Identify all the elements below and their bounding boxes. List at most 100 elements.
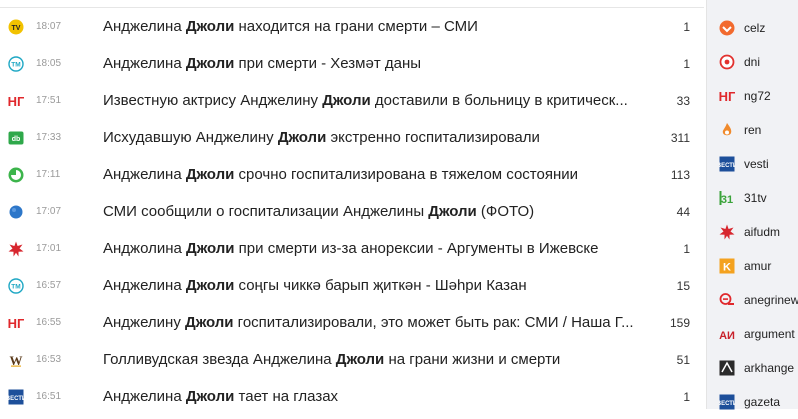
news-title-text: Анджолина [103,240,187,257]
news-title-text: Анджелина [103,55,186,72]
svg-text:ВЕСТИ: ВЕСТИ [719,401,735,407]
news-title-highlight: Джоли [186,240,235,257]
news-title-link[interactable]: Анджелина Джоли при смерти - Хезмәт даны [103,55,651,72]
source-name: arkhange [744,361,795,375]
news-count: 51 [676,352,690,367]
svg-text:TV: TV [12,25,21,32]
news-count: 311 [670,130,690,145]
news-title-text: при смерти - Хезмәт даны [234,55,422,72]
news-time: 17:11 [36,169,61,180]
source-item[interactable]: celz [719,11,798,45]
news-count: 15 [676,278,690,293]
news-count: 33 [676,93,690,108]
source-name: gazeta [744,395,781,409]
news-time: 17:07 [36,206,62,217]
news-title-link[interactable]: Анджелину Джоли госпитализировали, это м… [103,314,651,331]
source-item[interactable]: 31 31tv [719,181,798,215]
source-item[interactable]: Kamur [719,249,798,283]
news-row[interactable]: TM 16:57 Анджелина Джоли соңгы чиккә барып… [0,267,704,304]
source-item[interactable]: anegrinew [719,283,798,317]
source-name: celz [744,21,766,35]
news-row[interactable]: 17:11 Анджелина Джоли срочно госпитализир… [0,156,704,193]
news-title-link[interactable]: Анджелина Джоли находится на грани смерт… [103,18,651,35]
svg-text:ВЕСТИ: ВЕСТИ [8,396,24,402]
news-title-text: СМИ сообщили о госпитализации Анджелины [103,203,429,220]
source-item[interactable]: НГ ng72 [719,79,798,113]
news-row[interactable]: 17:07 СМИ сообщили о госпитализации Андже… [0,193,704,230]
w-logo-icon: W [8,352,24,368]
source-name: argument [744,327,795,341]
news-title-text: на грани жизни и смерти [384,351,561,368]
news-title-link[interactable]: Голливудская звезда Анджелина Джоли на г… [103,351,651,368]
news-time: 16:57 [36,280,62,291]
celz-icon [719,20,735,36]
news-row[interactable]: W 16:53 Голливудская звезда Анджелина Джол… [0,341,704,378]
vesti-icon: ВЕСТИ [8,389,24,405]
svg-text:K: K [723,262,731,274]
news-title-highlight: Джоли [185,388,235,405]
source-name: ng72 [744,89,771,103]
svg-text:31: 31 [721,194,733,206]
red-star-icon [8,241,24,257]
news-row[interactable]: ВЕСТИ 16:51 Анджелина Джоли тает на глазах… [0,378,704,415]
news-title-text: соңгы чиккә барып җиткән - Шәһри Казан [234,277,527,294]
svg-text:АИ: АИ [719,330,735,342]
news-title-highlight: Джоли [185,166,235,183]
news-row[interactable]: НГ 17:51 Известную актрису Анджелину Джоли… [0,82,704,119]
news-title-link[interactable]: Исхудавшую Анджелину Джоли экстренно гос… [103,129,651,146]
tm-icon: TM [8,55,24,72]
news-row[interactable]: НГ 16:55 Анджелину Джоли госпитализировали… [0,304,704,341]
svg-text:НГ: НГ [8,94,24,109]
green-circle-icon [8,167,24,183]
news-title-text: Анджелина [103,388,186,405]
tv-icon: TV [8,19,24,35]
news-title-link[interactable]: Анджелина Джоли тает на глазах [103,388,651,405]
news-title-highlight: Джоли [322,92,371,109]
source-item[interactable]: dni [719,45,798,79]
news-title-link[interactable]: Анджелина Джоли срочно госпитализирована… [103,166,651,183]
ng-icon: НГ [8,93,24,109]
news-time: 17:51 [36,95,62,106]
source-item[interactable]: aifudm [719,215,798,249]
svg-text:НГ: НГ [719,89,735,104]
news-title-text: находится на грани смерти – СМИ [234,18,478,35]
news-row[interactable]: 17:01 Анджолина Джоли при смерти из-за ан… [0,230,704,267]
source-item[interactable]: ВЕСТИ gazeta [719,385,798,419]
source-item[interactable]: arkhange [719,351,798,385]
news-title-highlight: Джоли [335,351,385,368]
news-count: 113 [670,167,690,182]
news-title-text: тает на глазах [234,388,339,405]
green-square-icon: db [8,130,24,146]
news-title-text: Известную актрису Анджелину [103,92,323,109]
source-item[interactable]: ВЕСТИ vesti [719,147,798,181]
news-row[interactable]: TM 18:05 Анджелина Джоли при смерти - Хезм… [0,45,704,82]
news-count: 1 [683,241,690,256]
news-list: TV 18:07 Анджелина Джоли находится на гран… [0,0,704,409]
news-title-text: Исхудавшую Анджелину [103,129,278,146]
svg-text:db: db [12,136,21,143]
news-title-highlight: Джоли [185,314,234,331]
news-count: 1 [683,56,690,71]
news-title-link[interactable]: Анджолина Джоли при смерти из-за анорекс… [103,240,651,257]
source-name: amur [744,259,772,273]
source-name: ren [744,123,762,137]
news-time: 18:05 [36,58,62,69]
argument-icon: АИ [719,326,735,342]
news-title-link[interactable]: Известную актрису Анджелину Джоли достав… [103,92,651,109]
news-row[interactable]: TV 18:07 Анджелина Джоли находится на гран… [0,8,704,45]
vesti-icon: ВЕСТИ [719,156,735,172]
news-time: 16:51 [36,391,62,402]
source-item[interactable]: АИ argument [719,317,798,351]
news-row[interactable]: db 17:33 Исхудавшую Анджелину Джоли экстре… [0,119,704,156]
news-title-link[interactable]: СМИ сообщили о госпитализации Анджелины … [103,203,651,220]
news-title-text: срочно госпитализирована в тяжелом состо… [234,166,578,183]
news-title-highlight: Джоли [185,55,235,72]
source-name: anegrinew [744,293,798,307]
news-title-text: доставили в больницу в критическ... [370,92,628,109]
source-name: vesti [744,157,769,171]
news-count: 44 [676,204,690,219]
news-title-highlight: Джоли [185,277,235,294]
news-title-link[interactable]: Анджелина Джоли соңгы чиккә барып җиткән… [103,277,651,294]
31tv-icon: 31 [719,190,735,206]
source-item[interactable]: ren [719,113,798,147]
